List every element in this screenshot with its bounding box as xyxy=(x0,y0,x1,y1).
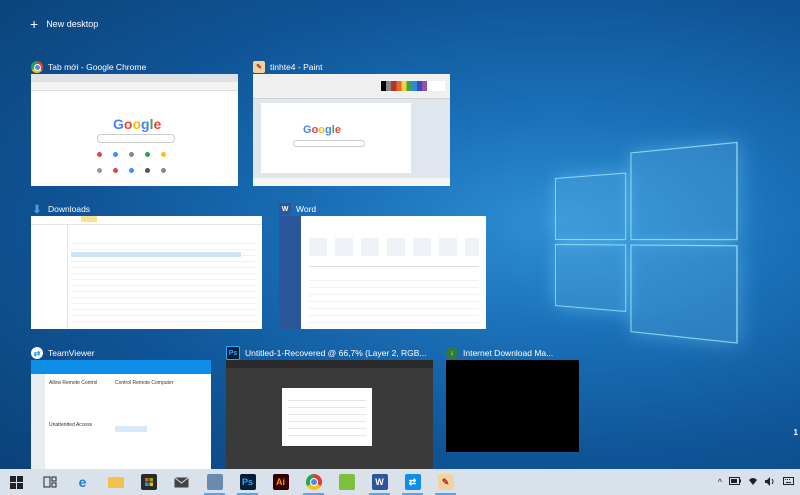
word-icon: W xyxy=(372,474,388,490)
paint-icon: ✎ xyxy=(253,61,265,73)
chevron-up-icon[interactable]: ^ xyxy=(718,477,722,487)
window-photoshop[interactable]: Ps Untitled-1-Recovered @ 66,7% (Layer 2… xyxy=(226,360,433,469)
window-title: Untitled-1-Recovered @ 66,7% (Layer 2, R… xyxy=(245,348,427,358)
new-desktop-label: New desktop xyxy=(46,19,98,29)
mail-icon xyxy=(174,474,190,490)
window-thumbnail xyxy=(226,360,433,469)
store-button[interactable] xyxy=(132,469,165,495)
window-title: TeamViewer xyxy=(48,348,95,358)
word-icon: W xyxy=(279,203,291,215)
window-paint[interactable]: ✎ tinhte4 - Paint Google xyxy=(253,74,450,186)
edge-button[interactable]: e xyxy=(66,469,99,495)
photoshop-button[interactable]: Ps xyxy=(231,469,264,495)
window-title: Internet Download Ma... xyxy=(463,348,553,358)
window-thumbnail xyxy=(31,216,262,329)
window-downloads[interactable]: ⬇ Downloads xyxy=(31,216,262,329)
app-icon xyxy=(207,474,223,490)
window-thumbnail: Google xyxy=(31,74,238,186)
chrome-button[interactable] xyxy=(297,469,330,495)
window-chrome[interactable]: Tab mới - Google Chrome Google xyxy=(31,74,238,186)
mail-button[interactable] xyxy=(165,469,198,495)
word-button[interactable]: W xyxy=(363,469,396,495)
taskbar: e Ps Ai W ⇄ ✎ ^ xyxy=(0,469,800,495)
folder-icon xyxy=(108,477,124,488)
window-word[interactable]: W Word xyxy=(279,216,486,329)
task-view-icon xyxy=(42,474,58,490)
system-tray: ^ xyxy=(718,469,794,495)
app-button[interactable] xyxy=(198,469,231,495)
window-teamviewer[interactable]: ⇄ TeamViewer Allow Remote Control Contro… xyxy=(31,360,211,469)
teamviewer-button[interactable]: ⇄ xyxy=(396,469,429,495)
teamviewer-icon: ⇄ xyxy=(31,347,43,359)
input-method-icon[interactable] xyxy=(783,477,794,487)
google-logo: Google xyxy=(113,116,161,132)
window-thumbnail: Google xyxy=(253,74,450,186)
photoshop-icon: Ps xyxy=(226,346,240,360)
notepad-button[interactable] xyxy=(330,469,363,495)
window-title: Word xyxy=(296,204,316,214)
chrome-icon xyxy=(306,474,322,490)
store-icon xyxy=(141,474,157,490)
download-folder-icon: ⬇ xyxy=(31,203,43,215)
illustrator-icon: Ai xyxy=(273,474,289,490)
window-thumbnail xyxy=(446,360,579,452)
window-thumbnail xyxy=(279,216,486,329)
file-explorer-button[interactable] xyxy=(99,469,132,495)
start-button[interactable] xyxy=(0,469,33,495)
task-view-button[interactable] xyxy=(33,469,66,495)
window-thumbnail: Allow Remote Control Control Remote Comp… xyxy=(31,360,211,469)
window-title: Tab mới - Google Chrome xyxy=(48,62,146,72)
window-title: Downloads xyxy=(48,204,90,214)
plus-icon: + xyxy=(30,19,38,29)
battery-icon[interactable] xyxy=(729,477,741,487)
desktop-number: 1 xyxy=(794,428,798,437)
notepad-icon xyxy=(339,474,355,490)
paint-button[interactable]: ✎ xyxy=(429,469,462,495)
photoshop-icon: Ps xyxy=(240,474,256,490)
window-internet-download-manager[interactable]: ↓ Internet Download Ma... xyxy=(446,360,579,452)
new-desktop-button[interactable]: + New desktop xyxy=(30,19,98,29)
teamviewer-icon: ⇄ xyxy=(405,474,421,490)
illustrator-button[interactable]: Ai xyxy=(264,469,297,495)
volume-icon[interactable] xyxy=(765,477,776,488)
window-title: tinhte4 - Paint xyxy=(270,62,322,72)
windows-logo-wallpaper xyxy=(555,142,734,336)
paint-icon: ✎ xyxy=(438,474,454,490)
internet-download-manager-icon: ↓ xyxy=(446,347,458,359)
windows-icon xyxy=(9,474,25,490)
edge-icon: e xyxy=(75,474,91,490)
chrome-icon xyxy=(31,61,43,73)
network-icon[interactable] xyxy=(748,477,758,488)
